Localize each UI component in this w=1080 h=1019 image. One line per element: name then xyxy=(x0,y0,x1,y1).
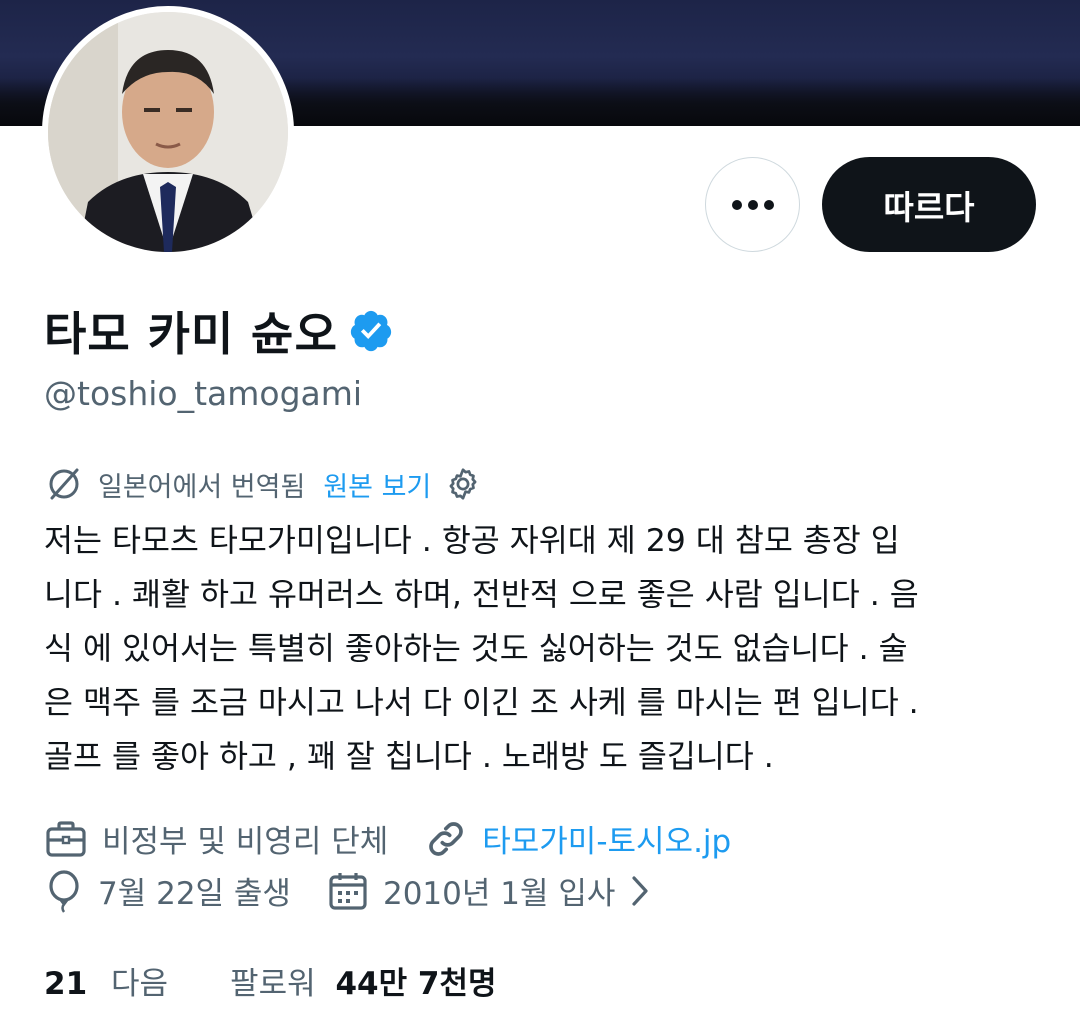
joined-text: 2010년 1월 입사 xyxy=(382,876,616,912)
gear-icon[interactable] xyxy=(445,466,481,502)
followers-count: 44만 7천명 xyxy=(335,966,497,1002)
birthday-text: 7월 22일 출생 xyxy=(98,876,291,912)
category-item: 비정부 및 비영리 단체 xyxy=(44,816,388,861)
translate-icon xyxy=(49,468,79,500)
following-stat[interactable]: 21 다음 xyxy=(44,958,168,1003)
balloon-icon xyxy=(49,869,79,913)
profile-name-row: 타모 카미 슌오 xyxy=(44,300,394,362)
more-options-button[interactable] xyxy=(705,157,800,252)
website-item[interactable]: 타모가미-토시오.jp xyxy=(424,816,731,861)
follow-button[interactable]: 따르다 xyxy=(822,157,1036,252)
birthday-item: 7월 22일 출생 xyxy=(44,868,291,913)
translation-notice: 일본어에서 번역됨 원본 보기 xyxy=(44,464,481,504)
follow-stats: 21 다음 팔로워 44만 7천명 xyxy=(44,958,497,1003)
followers-label: 팔로워 xyxy=(230,966,316,1002)
profile-bio: 저는 타모츠 타모가미입니다 . 항공 자위대 제 29 대 참모 총장 입 니… xyxy=(44,523,919,775)
chevron-right-icon xyxy=(632,875,648,906)
profile-meta-row-1: 비정부 및 비영리 단체 타모가미-토시오.jp xyxy=(44,816,731,861)
category-text: 비정부 및 비영리 단체 xyxy=(102,824,389,860)
briefcase-icon xyxy=(46,820,86,857)
followers-stat[interactable]: 팔로워 44만 7천명 xyxy=(230,958,496,1003)
verified-badge-icon[interactable] xyxy=(348,308,394,354)
view-original-link[interactable]: 원본 보기 xyxy=(323,465,431,504)
more-icon xyxy=(731,199,774,210)
avatar-photo xyxy=(48,12,288,252)
following-label: 다음 xyxy=(111,966,169,1002)
display-name: 타모 카미 슌오 xyxy=(44,307,338,361)
profile-meta-row-2: 7월 22일 출생 2010년 1월 입사 xyxy=(44,868,665,913)
profile-handle: @toshio_tamogami xyxy=(44,374,363,413)
avatar[interactable] xyxy=(42,6,294,258)
calendar-icon xyxy=(329,872,367,910)
website-link[interactable]: 타모가미-토시오.jp xyxy=(482,816,731,861)
translation-notice-text: 일본어에서 번역됨 xyxy=(98,471,306,503)
following-count: 21 xyxy=(44,966,88,1002)
joined-item[interactable]: 2010년 1월 입사 xyxy=(327,868,665,913)
link-icon xyxy=(429,821,464,856)
